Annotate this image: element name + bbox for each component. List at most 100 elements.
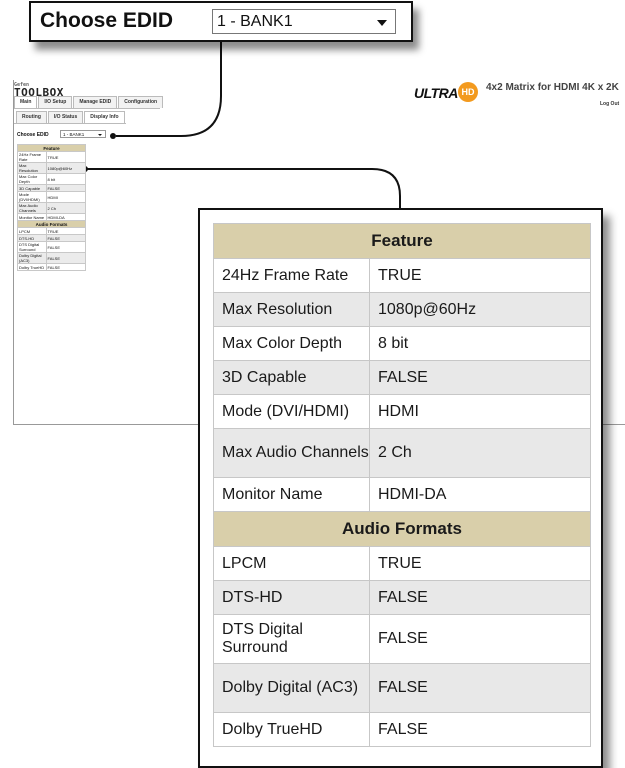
- table-row: LPCM TRUE: [213, 546, 591, 581]
- mini-row-key: Max Resolution: [17, 162, 47, 174]
- mini-row-value: FALSE: [45, 241, 87, 253]
- table-row: Mode (DVI/HDMI) HDMI: [213, 394, 591, 429]
- mini-row-key: Max Audio Channels: [17, 202, 47, 214]
- mini-row-key: Mode (DVI/HDMI): [17, 191, 47, 203]
- table-row: DTS-HD FALSE: [213, 580, 591, 615]
- row-key: 3D Capable: [213, 360, 370, 395]
- tab-io-status[interactable]: I/O Status: [47, 111, 84, 123]
- mini-row-value: TRUE: [45, 227, 87, 235]
- row-key: LPCM: [213, 546, 370, 581]
- feature-header-label: Feature: [213, 223, 591, 259]
- table-row: Monitor Name HDMI-DA: [213, 477, 591, 512]
- tab-io-setup[interactable]: I/O Setup: [38, 96, 73, 108]
- mini-row-key: DTS Digital Surround: [17, 241, 47, 253]
- mini-table-row: 3D Capable FALSE: [17, 184, 87, 192]
- row-key: 24Hz Frame Rate: [213, 258, 370, 293]
- logout-link[interactable]: Log Out: [600, 101, 619, 107]
- mini-row-key: Dolby TrueHD: [17, 263, 47, 271]
- hd-badge: HD: [458, 82, 478, 102]
- display-info-zoom-callout: Feature 24Hz Frame Rate TRUE Max Resolution…: [198, 208, 603, 768]
- edid-bank-select[interactable]: 1 - BANK1: [212, 9, 396, 34]
- table-row: 3D Capable FALSE: [213, 360, 591, 395]
- row-key: Dolby Digital (AC3): [213, 663, 370, 713]
- row-value: TRUE: [369, 258, 591, 293]
- mini-row-value: 8 bit: [45, 173, 87, 185]
- row-key: Max Color Depth: [213, 326, 370, 361]
- row-key: DTS-HD: [213, 580, 370, 615]
- mini-row-value: HDMI: [45, 191, 87, 203]
- choose-edid-label: Choose EDID: [40, 9, 174, 32]
- mini-table-row: LPCM TRUE: [17, 227, 87, 235]
- mini-row-key: Monitor Name: [17, 213, 47, 221]
- main-tab-bar: Main I/O Setup Manage EDID Configuration: [14, 96, 164, 108]
- mini-table-row: Max Resolution 1080p@60Hz: [17, 162, 87, 174]
- mini-row-value: 1080p@60Hz: [45, 162, 87, 174]
- row-key: Max Resolution: [213, 292, 370, 327]
- mini-row-key: 24Hz Frame Rate: [17, 151, 47, 163]
- row-key: Max Audio Channels: [213, 428, 370, 478]
- row-value: FALSE: [369, 580, 591, 615]
- tab-configuration[interactable]: Configuration: [118, 96, 164, 108]
- audio-header: Audio Formats: [213, 511, 591, 547]
- sub-tab-divider: [14, 123, 126, 124]
- row-key: DTS Digital Surround: [213, 614, 370, 664]
- mini-table-row: Max Color Depth 8 bit: [17, 173, 87, 185]
- table-row: 24Hz Frame Rate TRUE: [213, 258, 591, 293]
- edid-bank-select-value: 1 - BANK1: [217, 13, 293, 30]
- mini-audio-header-label: Audio Formats: [17, 220, 86, 228]
- row-key: Mode (DVI/HDMI): [213, 394, 370, 429]
- sub-tab-bar: Routing I/O Status Display Info: [16, 111, 126, 123]
- row-value: HDMI-DA: [369, 477, 591, 512]
- feature-header: Feature: [213, 223, 591, 259]
- table-row: Dolby Digital (AC3) FALSE: [213, 663, 591, 713]
- row-value: FALSE: [369, 663, 591, 713]
- brand-ultra-text: ULTRA: [414, 85, 458, 101]
- mini-row-value: FALSE: [45, 184, 87, 192]
- table-row: Max Resolution 1080p@60Hz: [213, 292, 591, 327]
- chevron-down-icon: [377, 20, 387, 26]
- page-title: 4x2 Matrix for HDMI 4K x 2K: [486, 82, 619, 93]
- row-value: 8 bit: [369, 326, 591, 361]
- row-value: 2 Ch: [369, 428, 591, 478]
- tab-divider: [14, 108, 160, 109]
- row-value: FALSE: [369, 712, 591, 747]
- mini-table-row: Dolby TrueHD FALSE: [17, 263, 87, 271]
- tab-routing[interactable]: Routing: [16, 111, 47, 123]
- mini-table-row: 24Hz Frame Rate TRUE: [17, 151, 87, 163]
- mini-row-key: LPCM: [17, 227, 47, 235]
- mini-choose-edid-label: Choose EDID: [17, 132, 49, 138]
- row-key: Dolby TrueHD: [213, 712, 370, 747]
- mini-row-value: FALSE: [45, 263, 87, 271]
- row-value: TRUE: [369, 546, 591, 581]
- tab-display-info[interactable]: Display Info: [84, 111, 125, 123]
- tab-manage-edid[interactable]: Manage EDID: [73, 96, 118, 108]
- mini-row-value: HDMI-DA: [45, 213, 87, 221]
- chevron-down-icon: [98, 134, 102, 136]
- mini-row-key: Max Color Depth: [17, 173, 47, 185]
- mini-row-value: TRUE: [45, 151, 87, 163]
- mini-row-value: 2 Ch: [45, 202, 87, 214]
- mini-row-value: FALSE: [45, 252, 87, 264]
- display-info-table: Feature 24Hz Frame Rate TRUE Max Resolution…: [213, 223, 591, 747]
- mini-table-row: DTS Digital Surround FALSE: [17, 241, 87, 253]
- mini-feature-header: Feature: [17, 144, 86, 152]
- mini-row-key: DTS-HD: [17, 234, 47, 242]
- mini-edid-select[interactable]: 1 - BANK1: [60, 130, 106, 138]
- tab-main[interactable]: Main: [14, 96, 38, 108]
- table-row: Max Audio Channels 2 Ch: [213, 428, 591, 478]
- mini-edid-select-value: 1 - BANK1: [63, 132, 85, 137]
- table-row: DTS Digital Surround FALSE: [213, 614, 591, 664]
- row-value: FALSE: [369, 360, 591, 395]
- mini-table-row: Max Audio Channels 2 Ch: [17, 202, 87, 214]
- choose-edid-callout: Choose EDID 1 - BANK1: [29, 1, 413, 42]
- row-value: 1080p@60Hz: [369, 292, 591, 327]
- mini-display-info-table: Feature 24Hz Frame Rate TRUE Max Resolution…: [17, 144, 87, 271]
- row-value: FALSE: [369, 614, 591, 664]
- row-value: HDMI: [369, 394, 591, 429]
- mini-row-key: Dolby Digital (AC3): [17, 252, 47, 264]
- mini-feature-header-label: Feature: [17, 144, 86, 152]
- mini-row-value: FALSE: [45, 234, 87, 242]
- mini-table-row: Monitor Name HDMI-DA: [17, 213, 87, 221]
- audio-header-label: Audio Formats: [213, 511, 591, 547]
- row-key: Monitor Name: [213, 477, 370, 512]
